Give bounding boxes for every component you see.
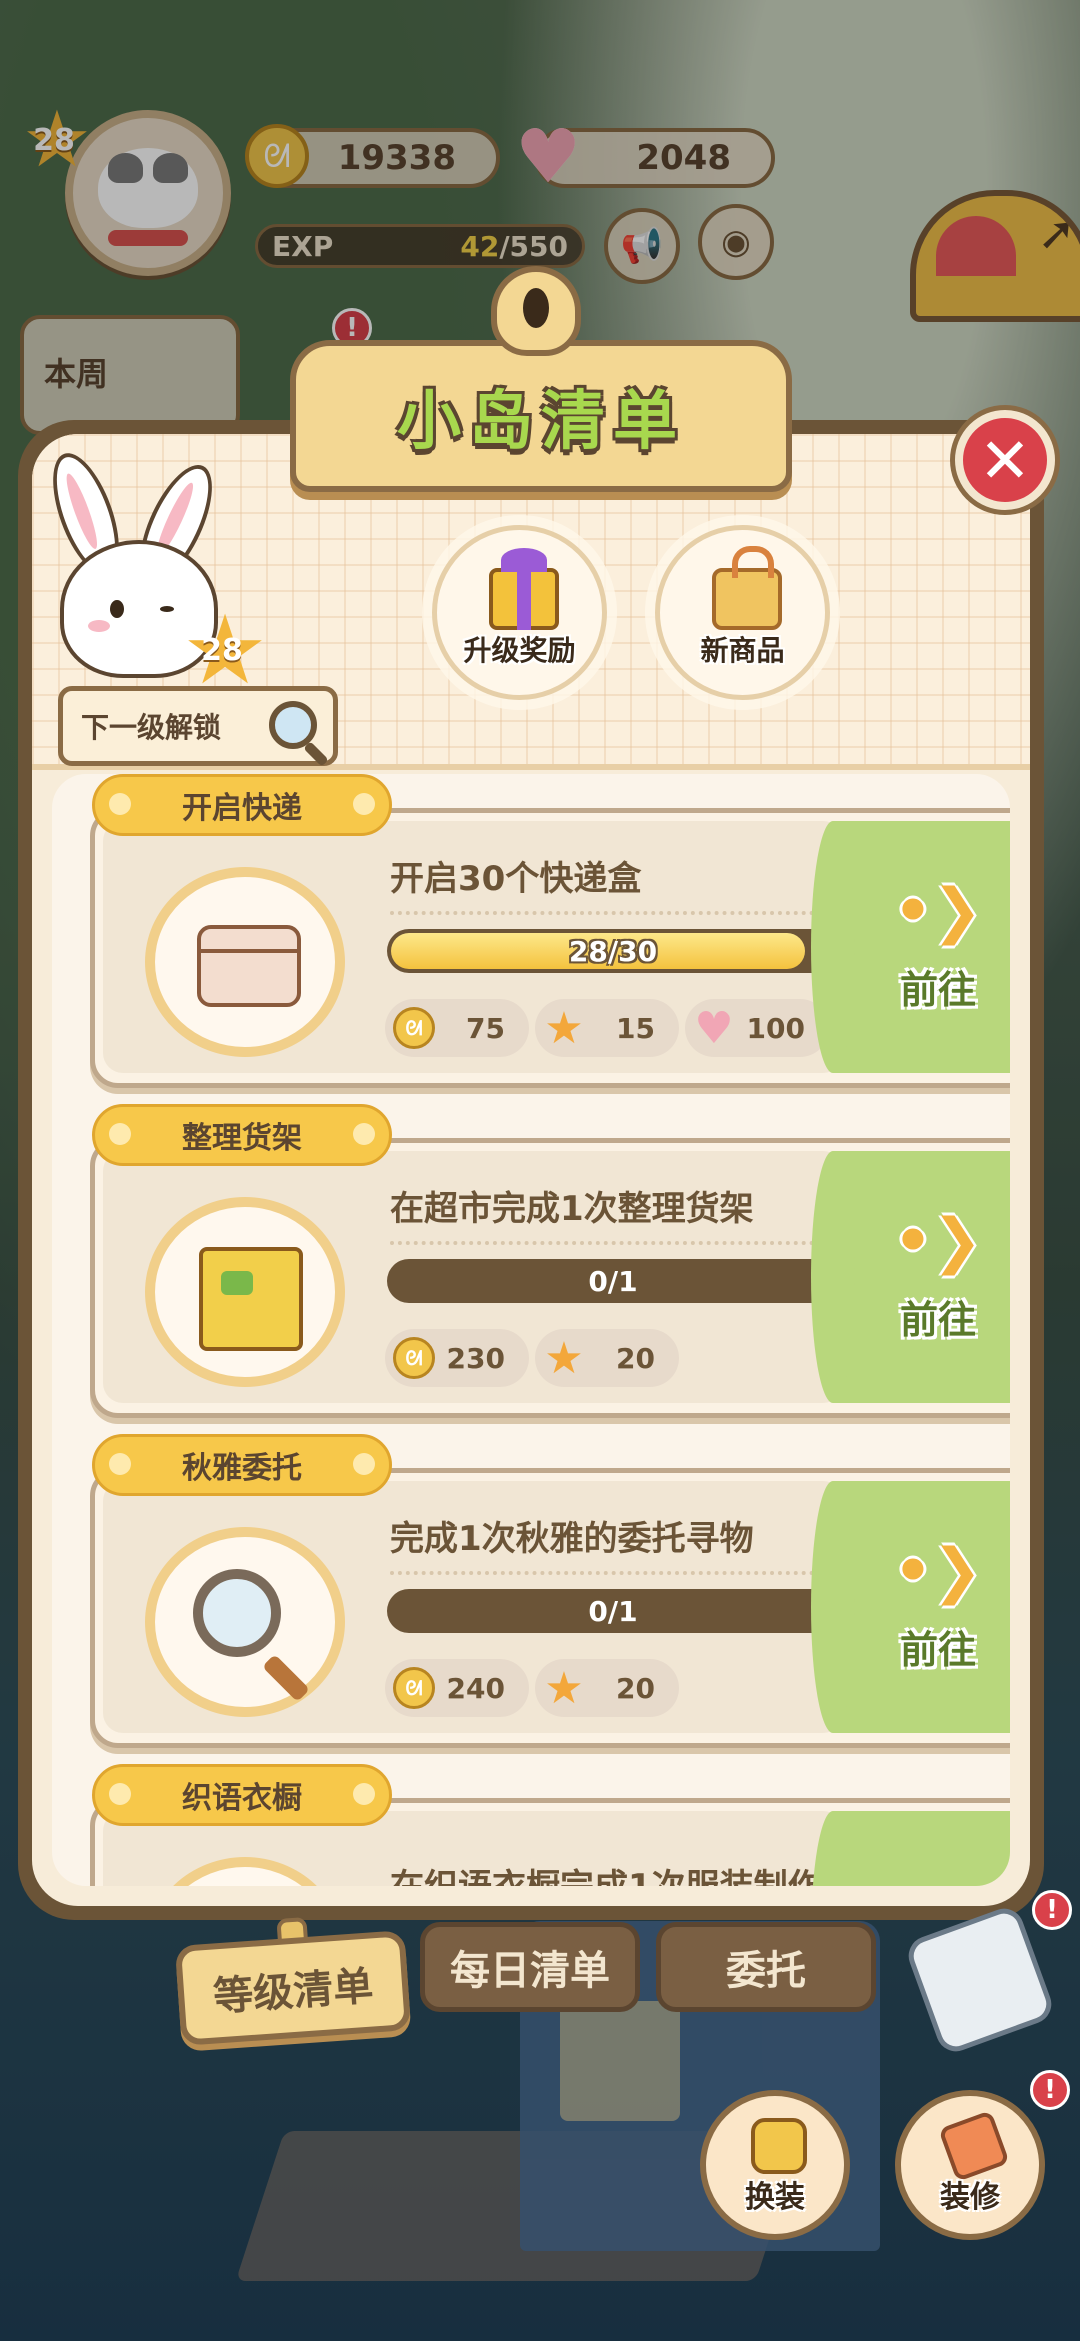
arrow-right-icon: •❯ (893, 875, 983, 946)
panel-title: 小岛清单 (397, 385, 685, 459)
task-title: 在超市完成1次整理货架 (390, 1189, 754, 1229)
arrow-right-icon: •❯ (893, 1205, 983, 1276)
tab-daily-list[interactable]: 每日清单 (420, 1922, 640, 2012)
task-icon-frame (145, 867, 345, 1057)
task-progress-bar: 0/1 (387, 1259, 839, 1303)
reward-coin: ᘛ 75 (385, 999, 529, 1057)
magnifier-icon (269, 701, 317, 749)
task-title: 在织语衣橱完成1次服装制作 (390, 1859, 822, 1886)
reward-star: ★ 20 (535, 1329, 679, 1387)
reward-heart: ♥ 100 (685, 999, 829, 1057)
task-card: 开启30个快递盒 28/30 ᘛ 75 ★ 15 ♥ 100 •❯ 前往 (90, 808, 1010, 1088)
task-item: 织语衣橱 在织语衣橱完成1次服装制作 (52, 1764, 1010, 1886)
goto-button[interactable]: •❯ 前往 (811, 1151, 1010, 1403)
task-progress-bar: 0/1 (387, 1589, 839, 1633)
next-level-unlock-button[interactable]: 下一级解锁 (58, 686, 338, 766)
hanger-knob (491, 266, 581, 356)
reward-value: 15 (616, 1011, 655, 1045)
divider (390, 1241, 830, 1245)
task-item: 整理货架 在超市完成1次整理货架 0/1 ᘛ 230 ★ 20 •❯ 前往 (52, 1104, 1010, 1434)
task-icon-frame (145, 1197, 345, 1387)
heart-icon: ♥ (694, 1002, 734, 1054)
tab-commission[interactable]: 委托 (656, 1922, 876, 2012)
task-title: 完成1次秋雅的委托寻物 (390, 1519, 754, 1559)
new-items-bubble[interactable]: 新商品 (655, 525, 830, 700)
task-tag: 开启快递 (92, 774, 392, 836)
reward-star: ★ 20 (535, 1659, 679, 1717)
outfit-button[interactable]: 换装 (700, 2090, 850, 2240)
reward-value: 240 (446, 1671, 505, 1705)
outfit-icon (751, 2118, 807, 2174)
reward-value: 20 (616, 1671, 655, 1705)
goto-button[interactable] (811, 1811, 1010, 1886)
task-card: 在超市完成1次整理货架 0/1 ᘛ 230 ★ 20 •❯ 前往 (90, 1138, 1010, 1418)
bunny-eye (110, 600, 124, 618)
decorate-button[interactable]: 装修 (895, 2090, 1045, 2240)
upgrade-reward-bubble[interactable]: 升级奖励 (432, 525, 607, 700)
alert-badge-icon: ! (1032, 1890, 1072, 1930)
task-tag: 整理货架 (92, 1104, 392, 1166)
progress-text: 0/1 (588, 1594, 638, 1628)
unlock-label: 下一级解锁 (81, 711, 222, 744)
star-icon: ★ (544, 1332, 584, 1384)
task-title: 开启30个快递盒 (390, 859, 642, 899)
coin-icon: ᘛ (393, 1667, 435, 1709)
task-progress-bar: 28/30 (387, 929, 839, 973)
unlock-level-badge: ★ 28 (182, 594, 269, 706)
panel-title-plaque: 小岛清单 (290, 266, 792, 492)
task-item: 开启快递 开启30个快递盒 28/30 ᘛ 75 ★ 15 ♥ 100 •❯ 前… (52, 774, 1010, 1104)
coin-icon: ᘛ (393, 1007, 435, 1049)
reward-value: 75 (466, 1011, 505, 1045)
task-card: 完成1次秋雅的委托寻物 0/1 ᘛ 240 ★ 20 •❯ 前往 (90, 1468, 1010, 1748)
magnifier-icon (193, 1569, 281, 1657)
alert-badge-icon: ! (1030, 2070, 1070, 2110)
reward-value: 20 (616, 1341, 655, 1375)
arrow-icon: ➚ (1037, 206, 1076, 260)
task-tag: 秋雅委托 (92, 1434, 392, 1496)
decorate-label: 装修 (940, 2180, 1000, 2215)
close-icon: ✕ (979, 423, 1031, 497)
task-item: 秋雅委托 完成1次秋雅的委托寻物 0/1 ᘛ 240 ★ 20 •❯ 前往 (52, 1434, 1010, 1764)
reward-list: ᘛ 230 ★ 20 (385, 1329, 679, 1387)
gift-box-icon (489, 548, 559, 630)
reward-list: ᘛ 240 ★ 20 (385, 1659, 679, 1717)
tab-label: 等级清单 (211, 1963, 375, 2021)
close-button[interactable]: ✕ (955, 410, 1055, 510)
goto-button[interactable]: •❯ 前往 (811, 1481, 1010, 1733)
bunny-eye-wink (160, 606, 174, 612)
shelf-icon (199, 1247, 303, 1351)
goto-label: 前往 (899, 1297, 976, 1342)
star-icon: ★ (544, 1002, 584, 1054)
tab-level-list[interactable]: 等级清单 (174, 1930, 412, 2046)
shopping-bag-icon (712, 546, 782, 630)
task-icon-frame (145, 1527, 345, 1717)
parcel-box-icon (197, 925, 301, 1007)
progress-text: 28/30 (568, 934, 658, 968)
reward-coin: ᘛ 230 (385, 1329, 529, 1387)
goto-label: 前往 (899, 967, 976, 1012)
goto-button[interactable]: •❯ 前往 (811, 821, 1010, 1073)
task-tag: 织语衣橱 (92, 1764, 392, 1826)
bubble-label: 新商品 (700, 634, 785, 667)
task-list[interactable]: 开启快递 开启30个快递盒 28/30 ᘛ 75 ★ 15 ♥ 100 •❯ 前… (52, 774, 1010, 1886)
coin-icon: ᘛ (393, 1337, 435, 1379)
tab-label: 委托 (726, 1948, 806, 1994)
bunny-cheek (88, 620, 110, 632)
divider (390, 911, 830, 915)
reward-value: 100 (746, 1011, 805, 1045)
reward-list: ᘛ 75 ★ 15 ♥ 100 (385, 999, 829, 1057)
progress-text: 0/1 (588, 1264, 638, 1298)
tab-label: 每日清单 (450, 1948, 610, 1994)
reward-value: 230 (446, 1341, 505, 1375)
arrow-right-icon: •❯ (893, 1535, 983, 1606)
reward-coin: ᘛ 240 (385, 1659, 529, 1717)
goto-label: 前往 (899, 1627, 976, 1672)
bubble-label: 升级奖励 (463, 634, 576, 667)
star-icon: ★ (544, 1662, 584, 1714)
reward-star: ★ 15 (535, 999, 679, 1057)
outfit-label: 换装 (745, 2180, 805, 2215)
divider (390, 1571, 830, 1575)
